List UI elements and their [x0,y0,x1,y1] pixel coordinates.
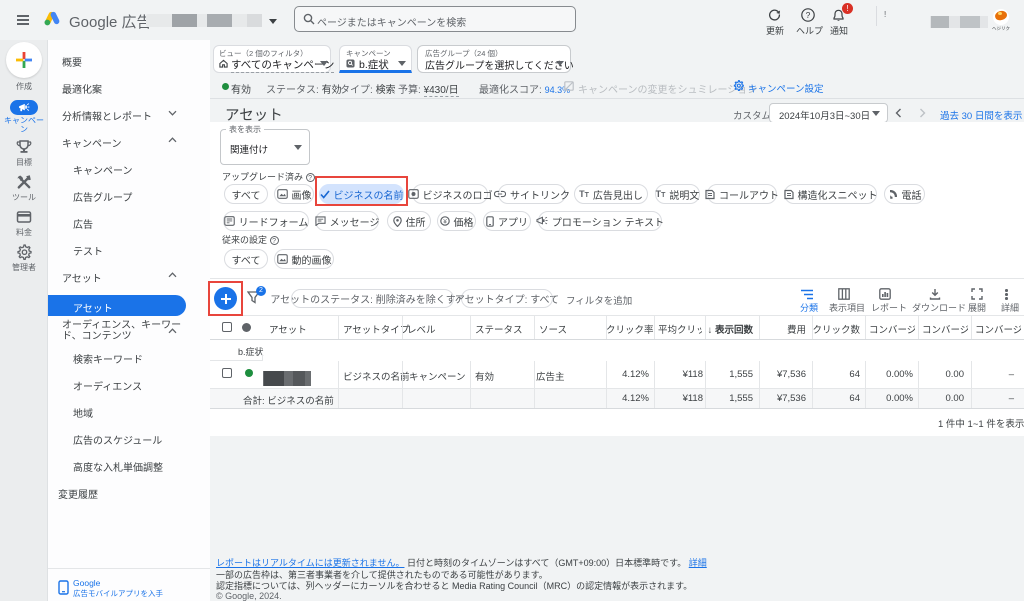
svg-text:¥: ¥ [443,218,447,225]
svg-text:?: ? [806,10,811,20]
